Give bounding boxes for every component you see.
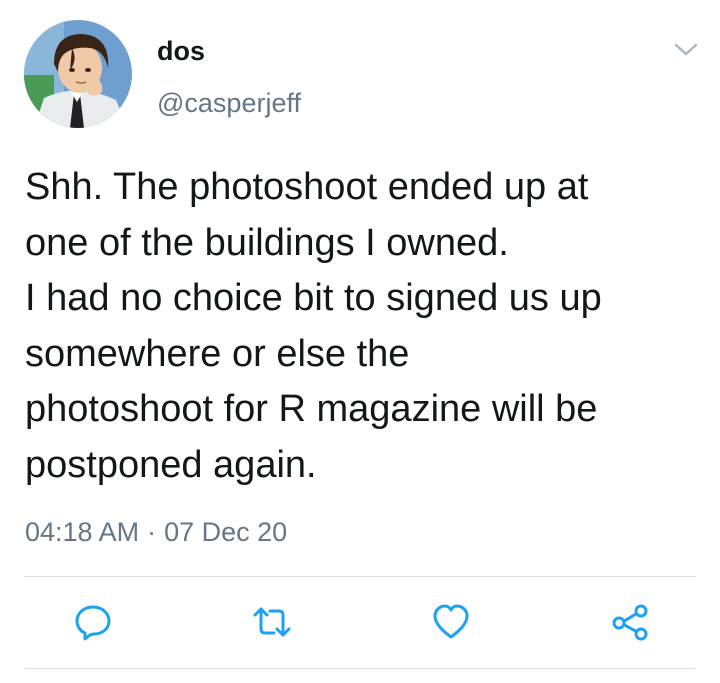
tweet-timestamp[interactable]: 04:18 AM · 07 Dec 20 (25, 514, 287, 550)
retweet-button[interactable] (252, 602, 292, 642)
display-name[interactable]: dos (157, 33, 205, 69)
user-handle[interactable]: @casperjeff (157, 85, 301, 121)
like-icon (433, 604, 469, 639)
divider (25, 576, 695, 577)
like-button[interactable] (431, 602, 471, 642)
tweet-date: 07 Dec 20 (164, 517, 288, 547)
tweet-text: Shh. The photoshoot ended up at one of t… (25, 166, 602, 486)
retweet-icon (253, 607, 291, 637)
chevron-down-icon[interactable] (672, 40, 700, 60)
share-icon (612, 604, 648, 641)
avatar-image (24, 20, 132, 128)
reply-icon (75, 605, 111, 641)
meta-separator: · (147, 517, 157, 547)
reply-button[interactable] (73, 602, 113, 642)
divider (25, 668, 695, 669)
tweet-time: 04:18 AM (25, 517, 140, 547)
avatar[interactable] (24, 20, 132, 128)
share-button[interactable] (610, 602, 650, 642)
